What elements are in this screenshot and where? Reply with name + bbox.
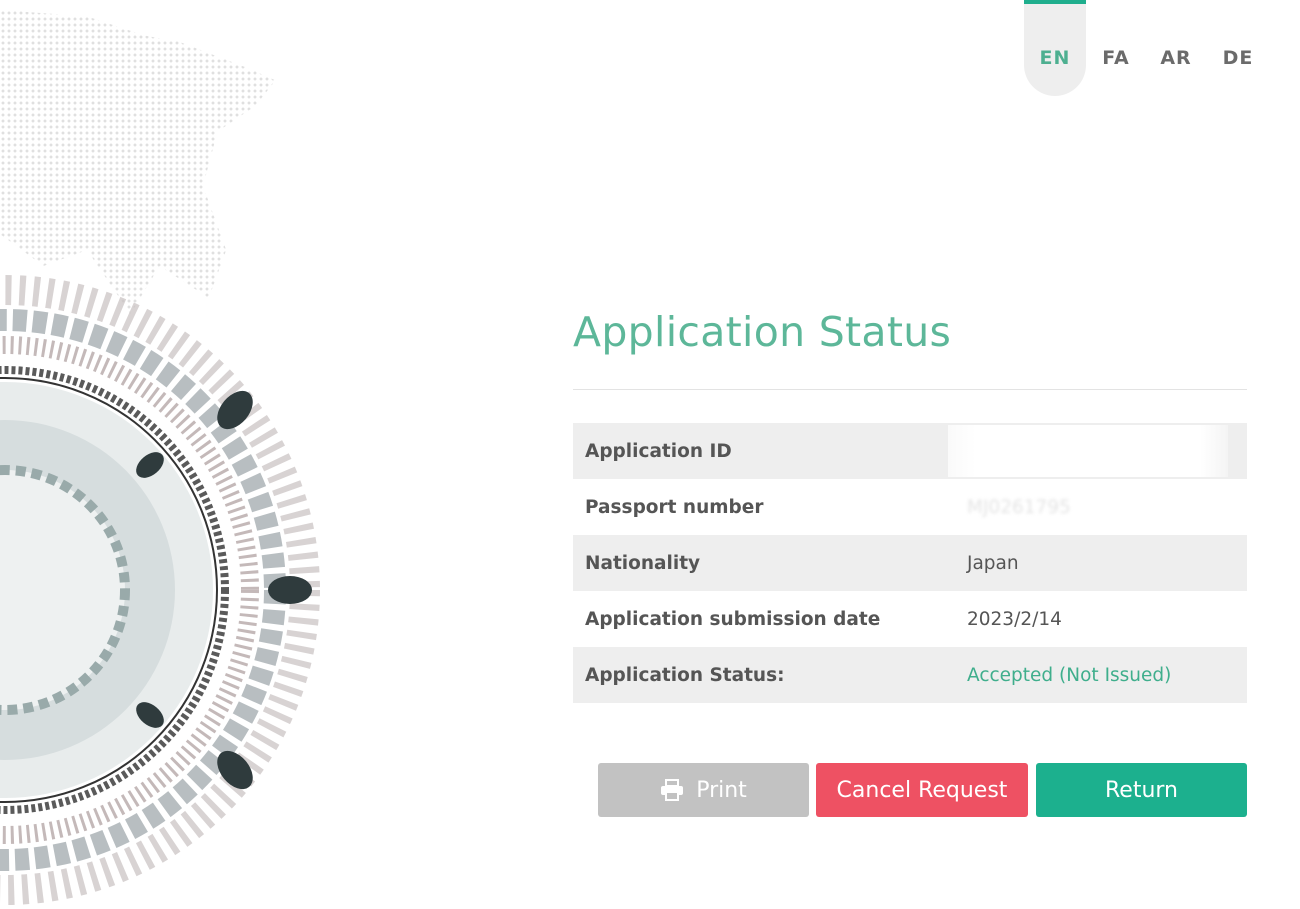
table-row: Application submission date 2023/2/14 (573, 591, 1247, 647)
nationality-value: Japan (967, 552, 1019, 574)
row-label: Passport number (585, 496, 764, 518)
row-label: Application Status: (585, 664, 785, 686)
redaction-block (948, 425, 1228, 477)
lang-de[interactable]: DE (1207, 0, 1269, 96)
table-row: Nationality Japan (573, 535, 1247, 591)
language-switcher: EN FA AR DE (1000, 0, 1300, 100)
submission-date-value: 2023/2/14 (967, 608, 1062, 630)
mandala-ornament-decoration (0, 275, 320, 905)
return-button[interactable]: Return (1036, 763, 1247, 817)
print-button[interactable]: Print (598, 763, 809, 817)
table-row: Passport number MJ0261795 (573, 479, 1247, 535)
row-label: Application ID (585, 440, 732, 462)
printer-icon (661, 779, 684, 801)
table-row: Application Status: Accepted (Not Issued… (573, 647, 1247, 703)
print-label: Print (696, 777, 747, 803)
page-title: Application Status (573, 308, 952, 356)
lang-en[interactable]: EN (1024, 0, 1086, 96)
cancel-request-button[interactable]: Cancel Request (816, 763, 1028, 817)
application-status-value: Accepted (Not Issued) (967, 664, 1172, 686)
lang-fa[interactable]: FA (1085, 0, 1147, 96)
row-label: Nationality (585, 552, 701, 574)
lang-ar[interactable]: AR (1145, 0, 1207, 96)
title-divider (573, 389, 1247, 390)
row-label: Application submission date (585, 608, 881, 630)
passport-number-value: MJ0261795 (967, 496, 1071, 518)
